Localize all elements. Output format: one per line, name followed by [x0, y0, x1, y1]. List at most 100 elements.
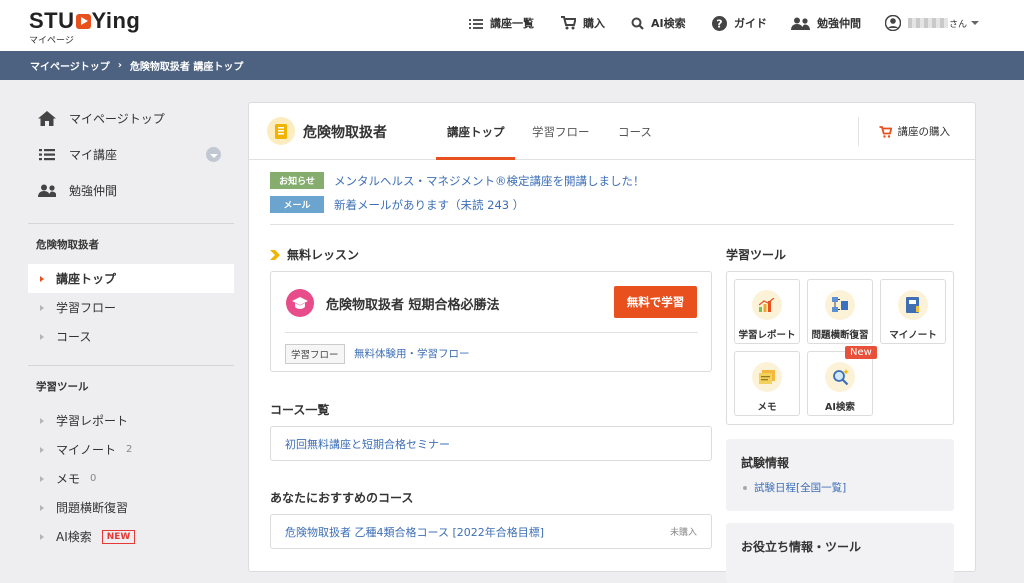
tool-review[interactable]: 問題横断復習	[807, 279, 873, 344]
caret-right-icon	[40, 446, 44, 453]
logo-subtitle: マイページ	[29, 36, 74, 46]
breadcrumb-current: 危険物取扱者 講座トップ	[129, 62, 244, 73]
sidebar-item-label: メモ	[56, 472, 81, 486]
sidebar-item-memo[interactable]: メモ 0	[28, 464, 234, 493]
nav-guide-label: ガイド	[734, 17, 767, 30]
free-study-button[interactable]: 無料で学習	[614, 286, 697, 318]
notice-row[interactable]: お知らせ メンタルヘルス・マネジメント®検定講座を開講しました！	[270, 172, 645, 189]
sidebar-my-courses-label: マイ講座	[69, 147, 118, 162]
sidebar-friends-label: 勉強仲間	[69, 183, 118, 198]
course-list-link[interactable]: 初回無料講座と短期合格セミナー	[285, 436, 450, 452]
search-icon	[631, 17, 644, 30]
caret-right-icon	[40, 304, 44, 311]
sidebar-item-review[interactable]: 問題横断復習	[28, 493, 234, 522]
tool-report[interactable]: 学習レポート	[734, 279, 800, 344]
exam-schedule-label[interactable]: 試験日程[全国一覧]	[754, 480, 846, 495]
sidebar-item-label: AI検索	[56, 530, 92, 544]
sidebar-friends[interactable]: 勉強仲間	[28, 172, 234, 208]
sidebar-item-course[interactable]: コース	[28, 322, 234, 351]
sidebar-item-study-flow[interactable]: 学習フロー	[28, 293, 234, 322]
caret-right-icon	[40, 417, 44, 424]
nav-friends[interactable]: 勉強仲間	[791, 15, 861, 31]
mail-badge: メール	[270, 196, 324, 213]
nav-courses-label: 講座一覧	[490, 17, 534, 30]
people-icon	[38, 184, 56, 197]
buy-course-button[interactable]: 講座の購入	[857, 117, 976, 146]
svg-text:?: ?	[716, 17, 722, 30]
tool-memo[interactable]: メモ	[734, 351, 800, 416]
list-icon	[38, 148, 56, 161]
free-lesson-title: 危険物取扱者 短期合格必勝法	[326, 298, 500, 313]
user-menu[interactable]: さん	[885, 15, 980, 31]
tab-study-flow[interactable]: 学習フロー	[532, 124, 590, 140]
nav-ai-search-label: AI検索	[651, 17, 686, 30]
nav-ai-search[interactable]: AI検索	[631, 15, 686, 31]
sidebar-tools-heading: 学習ツール	[36, 380, 89, 393]
logo-play-icon	[75, 13, 91, 29]
notice-link[interactable]: メンタルヘルス・マネジメント®検定講座を開講しました！	[334, 173, 645, 189]
tool-label: マイノート	[889, 330, 937, 341]
sidebar-item-report[interactable]: 学習レポート	[28, 406, 234, 435]
sidebar-my-courses[interactable]: マイ講座	[28, 136, 234, 172]
sidebar-item-ai-search[interactable]: AI検索 NEW	[28, 522, 234, 551]
tool-label: 学習レポート	[738, 330, 796, 341]
cart-icon	[560, 16, 576, 30]
course-panel: 危険物取扱者 講座トップ 学習フロー コース 講座の購入 お知らせ メンタルヘル…	[248, 102, 976, 583]
sidebar-item-label: 学習フロー	[56, 301, 117, 315]
graduation-cap-icon	[286, 289, 314, 317]
nav-buy[interactable]: 購入	[560, 15, 605, 31]
nav-courses[interactable]: 講座一覧	[469, 15, 534, 31]
tab-course-top[interactable]: 講座トップ	[447, 124, 505, 140]
free-lesson-heading: 無料レッスン	[270, 246, 359, 263]
sidebar-item-course-top[interactable]: 講座トップ	[28, 264, 234, 293]
home-icon	[38, 110, 56, 126]
logo[interactable]: STU Ying マイページ	[29, 8, 140, 46]
useful-info-title: お役立ち情報・ツール	[741, 540, 862, 554]
tool-notebook[interactable]: マイノート	[880, 279, 946, 344]
course-book-icon	[267, 117, 295, 145]
sidebar: マイページトップ マイ講座 勉強仲間 危険物取扱者 講座トップ 学習フロー コー…	[28, 100, 234, 551]
recommend-link[interactable]: 危険物取扱者 乙種4類合格コース [2022年合格目標]	[285, 524, 544, 540]
divider	[285, 332, 698, 333]
tool-ai-search[interactable]: New AI検索	[807, 346, 877, 416]
help-icon: ?	[712, 15, 727, 31]
sidebar-item-label: 学習レポート	[56, 414, 129, 428]
free-lesson-card: 危険物取扱者 短期合格必勝法 無料で学習 学習フロー 無料体験用・学習フロー	[270, 271, 712, 372]
mail-link[interactable]: 新着メールがあります（未読 243 ）	[334, 197, 524, 213]
tab-course[interactable]: コース	[618, 124, 652, 140]
course-title: 危険物取扱者	[303, 125, 387, 141]
course-list-item[interactable]: 初回無料講座と短期合格セミナー	[270, 426, 712, 461]
list-icon	[469, 18, 483, 29]
sidebar-item-notebook[interactable]: マイノート 2	[28, 435, 234, 464]
caret-right-icon	[40, 275, 44, 282]
course-header: 危険物取扱者 講座トップ 学習フロー コース 講座の購入	[249, 103, 975, 160]
caret-right-icon	[40, 504, 44, 511]
recommend-item[interactable]: 危険物取扱者 乙種4類合格コース [2022年合格目標] 未購入	[270, 514, 712, 549]
user-suffix: さん	[949, 19, 968, 30]
useful-info-box: お役立ち情報・ツール	[726, 523, 954, 583]
breadcrumb: マイページトップ › 危険物取扱者 講座トップ	[0, 51, 1024, 80]
tools-heading: 学習ツール	[726, 248, 787, 262]
sidebar-item-label: 講座トップ	[56, 272, 117, 286]
sidebar-mypage-top[interactable]: マイページトップ	[28, 100, 234, 136]
caret-right-icon	[40, 533, 44, 540]
memo-count: 0	[90, 473, 97, 484]
free-flow-link[interactable]: 無料体験用・学習フロー	[354, 346, 470, 361]
nav-buy-label: 購入	[583, 17, 605, 30]
sidebar-item-label: 問題横断復習	[56, 501, 129, 515]
exam-schedule-link[interactable]: 試験日程[全国一覧]	[743, 480, 846, 495]
tool-label: メモ	[757, 402, 777, 413]
breadcrumb-separator: ›	[117, 60, 122, 71]
sidebar-item-label: マイノート	[56, 443, 117, 457]
breadcrumb-home[interactable]: マイページトップ	[30, 58, 110, 73]
notebook-count: 2	[126, 444, 133, 455]
nav-guide[interactable]: ? ガイド	[712, 15, 767, 31]
exam-info-title: 試験情報	[741, 456, 790, 470]
recommend-heading: あなたにおすすめのコース	[270, 491, 414, 505]
user-name-redacted	[908, 18, 948, 28]
buy-course-label: 講座の購入	[897, 126, 951, 138]
expand-chevron-icon[interactable]	[206, 147, 221, 162]
mail-notice-row[interactable]: メール 新着メールがあります（未読 243 ）	[270, 196, 524, 213]
sidebar-course-heading: 危険物取扱者	[36, 238, 99, 251]
top-navbar: STU Ying マイページ 講座一覧 購入 AI検索 ? ガイド 勉強仲間 さん	[0, 0, 1024, 51]
